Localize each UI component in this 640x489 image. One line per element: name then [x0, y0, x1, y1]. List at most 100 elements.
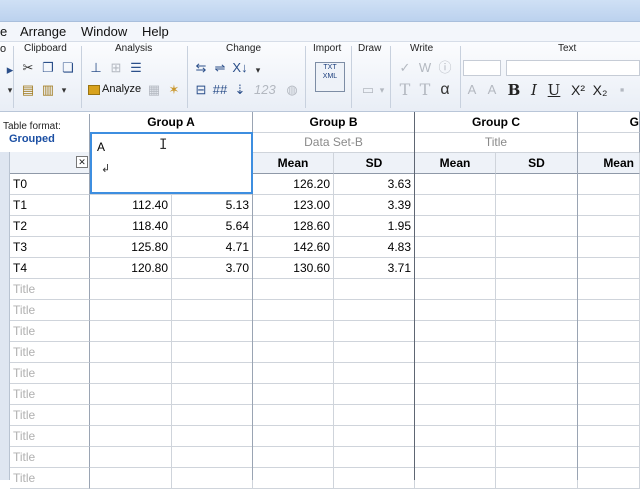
table-cell[interactable]: [415, 405, 496, 426]
row-title-placeholder[interactable]: Title: [10, 447, 90, 468]
change-arrows-icon[interactable]: ⇌: [212, 60, 228, 76]
table-cell[interactable]: [415, 258, 496, 279]
table-cell[interactable]: [334, 468, 415, 489]
bold-icon[interactable]: B: [506, 82, 522, 98]
table-cell[interactable]: 126.20: [253, 174, 334, 195]
table-cell[interactable]: [415, 279, 496, 300]
table-cell[interactable]: [578, 300, 640, 321]
table-cell[interactable]: [253, 384, 334, 405]
change-number-icon[interactable]: 123: [254, 82, 276, 98]
group-b-sd-header[interactable]: SD: [334, 153, 415, 174]
table-cell[interactable]: [90, 342, 172, 363]
table-cell[interactable]: 3.71: [334, 258, 415, 279]
close-icon[interactable]: ✕: [76, 156, 88, 168]
table-cell[interactable]: [578, 363, 640, 384]
change-dropdown-icon[interactable]: ▾: [250, 62, 266, 78]
copy-special-icon[interactable]: ❏: [60, 60, 76, 76]
table-cell[interactable]: 4.71: [172, 237, 253, 258]
table-cell[interactable]: [253, 405, 334, 426]
menu-edit[interactable]: e: [0, 24, 7, 39]
table-cell[interactable]: 128.60: [253, 216, 334, 237]
row-title-placeholder[interactable]: Title: [10, 384, 90, 405]
table-cell[interactable]: [334, 342, 415, 363]
write-text-icon[interactable]: T: [397, 82, 413, 98]
row-title[interactable]: T0: [10, 174, 90, 195]
table-cell[interactable]: [496, 363, 578, 384]
change-format-icon[interactable]: ##: [212, 82, 228, 98]
change-color-icon[interactable]: ◍: [284, 82, 300, 98]
group-c-mean-header[interactable]: Mean: [415, 153, 496, 174]
table-cell[interactable]: [253, 447, 334, 468]
row-title-placeholder[interactable]: Title: [10, 321, 90, 342]
change-sort-icon[interactable]: X↓: [232, 60, 248, 76]
table-cell[interactable]: [496, 300, 578, 321]
table-cell[interactable]: [496, 405, 578, 426]
table-cell[interactable]: [578, 237, 640, 258]
group-title-editor[interactable]: A I ↲: [90, 132, 253, 194]
table-cell[interactable]: [334, 279, 415, 300]
row-title-placeholder[interactable]: Title: [10, 363, 90, 384]
paste-icon[interactable]: ▤: [20, 82, 36, 98]
table-cell[interactable]: [496, 342, 578, 363]
table-cell[interactable]: [578, 258, 640, 279]
row-title[interactable]: T1: [10, 195, 90, 216]
table-cell[interactable]: 3.63: [334, 174, 415, 195]
table-cell[interactable]: [334, 300, 415, 321]
table-cell[interactable]: [172, 363, 253, 384]
row-title[interactable]: T4: [10, 258, 90, 279]
table-cell[interactable]: [415, 321, 496, 342]
group-b-header[interactable]: Group B: [253, 112, 415, 133]
group-c-sd-header[interactable]: SD: [496, 153, 578, 174]
table-cell[interactable]: 1.95: [334, 216, 415, 237]
write-alpha-icon[interactable]: α: [437, 82, 453, 98]
table-cell[interactable]: 112.40: [90, 195, 172, 216]
table-cell[interactable]: [172, 279, 253, 300]
table-cell[interactable]: [415, 426, 496, 447]
table-cell[interactable]: [578, 279, 640, 300]
table-cell[interactable]: [415, 195, 496, 216]
row-title-placeholder[interactable]: Title: [10, 342, 90, 363]
table-cell[interactable]: [496, 384, 578, 405]
underline-icon[interactable]: U: [546, 82, 562, 98]
menu-window[interactable]: Window: [81, 24, 127, 39]
change-transpose-icon[interactable]: ⇣: [232, 82, 248, 98]
import-file-icon[interactable]: TXT XML: [315, 62, 345, 92]
superscript-icon[interactable]: X²: [568, 82, 588, 98]
menu-help[interactable]: Help: [142, 24, 169, 39]
table-cell[interactable]: [334, 384, 415, 405]
shrink-font-icon[interactable]: A: [484, 82, 500, 98]
write-doc-icon[interactable]: W: [417, 60, 433, 76]
table-cell[interactable]: 5.13: [172, 195, 253, 216]
table-cell[interactable]: [253, 300, 334, 321]
cut-icon[interactable]: ✂: [20, 60, 36, 76]
magic-wand-icon[interactable]: ✶: [166, 82, 182, 98]
row-title[interactable]: T3: [10, 237, 90, 258]
table-cell[interactable]: 123.00: [253, 195, 334, 216]
table-cell[interactable]: [90, 468, 172, 489]
table-cell[interactable]: [172, 447, 253, 468]
table-cell[interactable]: [578, 195, 640, 216]
group-b-dataset[interactable]: Data Set-B: [253, 133, 415, 153]
table-cell[interactable]: [90, 447, 172, 468]
row-title-placeholder[interactable]: Title: [10, 468, 90, 489]
table-cell[interactable]: [334, 447, 415, 468]
table-cell[interactable]: [415, 363, 496, 384]
font-size-combo[interactable]: [463, 60, 501, 76]
font-name-combo[interactable]: [506, 60, 640, 76]
table-cell[interactable]: [90, 300, 172, 321]
copy-icon[interactable]: ❐: [40, 60, 56, 76]
table-cell[interactable]: [578, 447, 640, 468]
table-format-value[interactable]: Grouped: [9, 133, 55, 145]
row-title[interactable]: T2: [10, 216, 90, 237]
table-cell[interactable]: [253, 363, 334, 384]
paste-special-icon[interactable]: ▥: [40, 82, 56, 98]
table-cell[interactable]: [334, 363, 415, 384]
table-cell[interactable]: [496, 447, 578, 468]
table-cell[interactable]: [496, 468, 578, 489]
group-d-header[interactable]: G: [578, 112, 640, 133]
table-cell[interactable]: [415, 174, 496, 195]
table-cell[interactable]: [90, 426, 172, 447]
analyze-button[interactable]: Analyze: [102, 83, 141, 95]
table-cell[interactable]: [496, 321, 578, 342]
paste-dropdown-icon[interactable]: ▾: [56, 82, 72, 98]
